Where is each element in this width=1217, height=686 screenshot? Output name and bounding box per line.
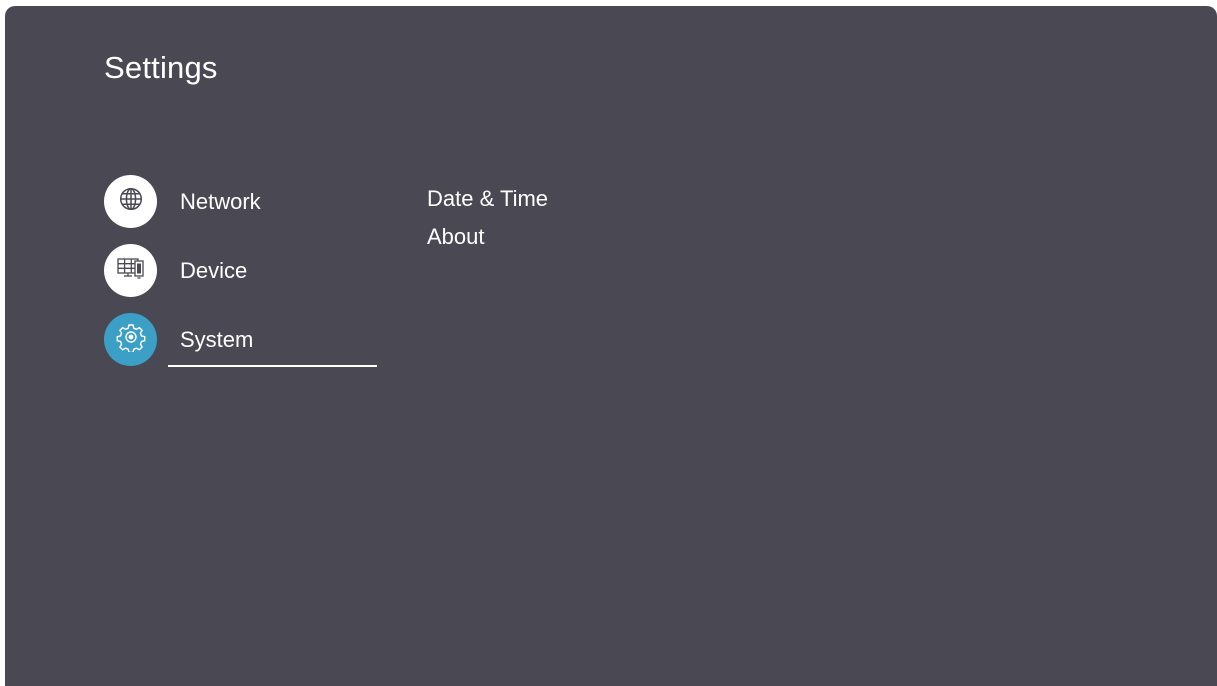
nav-item-label: System — [180, 327, 254, 352]
globe-icon — [118, 186, 144, 217]
settings-window: Settings Network Device System Date & Ti… — [5, 6, 1217, 686]
submenu-item-date-time[interactable]: Date & Time — [427, 186, 548, 212]
nav-icon-circle — [104, 313, 157, 366]
nav-item-network[interactable]: Network — [104, 175, 384, 229]
submenu-item-about[interactable]: About — [427, 224, 485, 250]
nav-item-system[interactable]: System — [104, 313, 384, 367]
nav-icon-circle — [104, 175, 157, 228]
page-title: Settings — [104, 50, 218, 85]
nav-icon-circle — [104, 244, 157, 297]
nav-item-label: Device — [180, 258, 248, 283]
nav-item-label: Network — [180, 189, 261, 214]
selected-underline — [168, 365, 377, 367]
display-device-icon — [116, 255, 146, 286]
gear-icon — [116, 322, 146, 357]
nav-item-device[interactable]: Device — [104, 244, 384, 298]
